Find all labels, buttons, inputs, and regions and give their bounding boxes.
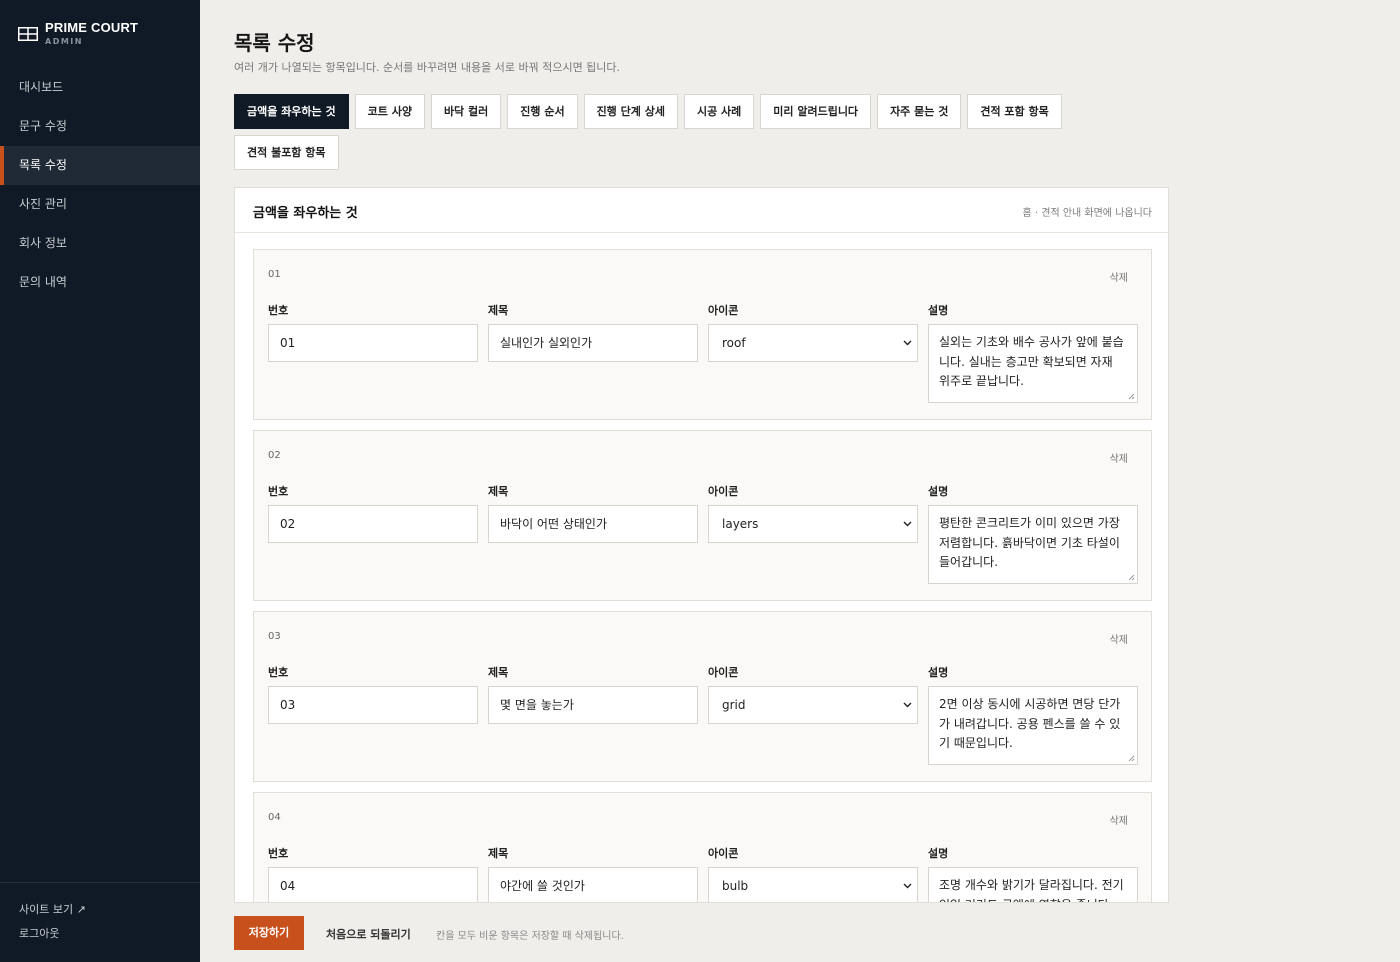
description-text: 평탄한 콘크리트가 이미 있으면 가장 저렴합니다. 흙바닥이면 기초 타설이 … (939, 516, 1120, 569)
title-label: 제목 (488, 304, 509, 317)
description-field[interactable]: 평탄한 콘크리트가 이미 있으면 가장 저렴합니다. 흙바닥이면 기초 타설이 … (928, 505, 1138, 584)
number-field[interactable]: 03 (268, 686, 478, 724)
number-field[interactable]: 04 (268, 867, 478, 902)
list-items: 01 삭제 번호 제목 아이콘 설명 01 실내인가 실외인가 roof 실외는… (253, 249, 1152, 902)
sidebar-footer: 사이트 보기 ↗ 로그아웃 (0, 882, 200, 951)
tab-price-factors[interactable]: 금액을 좌우하는 것 (234, 94, 349, 129)
item-index: 02 (268, 450, 281, 461)
title-field[interactable]: 바닥이 어떤 상태인가 (488, 505, 698, 543)
sidebar-item-company[interactable]: 회사 정보 (0, 224, 200, 263)
icon-select[interactable]: bulb (708, 867, 918, 902)
icon-label: 아이콘 (708, 666, 739, 679)
tab-case-studies[interactable]: 시공 사례 (683, 94, 755, 129)
sidebar-item-photos[interactable]: 사진 관리 (0, 185, 200, 224)
sidebar-item-inquiries[interactable]: 문의 내역 (0, 263, 200, 302)
description-field[interactable]: 2면 이상 동시에 시공하면 면당 단가가 내려갑니다. 공용 펜스를 쓸 수 … (928, 686, 1138, 765)
delete-button[interactable]: 삭제 (1110, 450, 1128, 465)
tab-faq[interactable]: 자주 묻는 것 (877, 94, 962, 129)
icon-label: 아이콘 (708, 847, 739, 860)
resize-grip-icon[interactable] (1128, 393, 1135, 400)
tab-process-details[interactable]: 진행 단계 상세 (583, 94, 678, 129)
logout-link[interactable]: 로그아웃 (0, 927, 200, 951)
title-label: 제목 (488, 666, 509, 679)
list-editor-panel: 금액을 좌우하는 것 홈 · 견적 안내 화면에 나옵니다 01 삭제 번호 제… (234, 187, 1169, 903)
sidebar-item-dashboard[interactable]: 대시보드 (0, 68, 200, 107)
main-content: 목록 수정 여러 개가 나열되는 항목입니다. 순서를 바꾸려면 내용을 서로 … (200, 0, 1400, 962)
icon-select-value: bulb (722, 879, 749, 893)
save-button[interactable]: 저장하기 (234, 916, 304, 950)
title-field[interactable]: 야간에 쓸 것인가 (488, 867, 698, 902)
description-field[interactable]: 조명 개수와 밝기가 달라집니다. 전기 인입 거리도 금액에 영향을 줍니다. (928, 867, 1138, 902)
panel-title: 금액을 좌우하는 것 (253, 206, 358, 221)
brand-name: PRIME COURT (45, 20, 139, 35)
chevron-down-icon (903, 340, 912, 346)
tab-quote-excluded[interactable]: 견적 불포함 항목 (234, 135, 339, 170)
number-field[interactable]: 01 (268, 324, 478, 362)
tab-process-order[interactable]: 진행 순서 (507, 94, 578, 129)
tab-court-specs[interactable]: 코트 사양 (354, 94, 425, 129)
tab-quote-included[interactable]: 견적 포함 항목 (967, 94, 1062, 129)
icon-select[interactable]: roof (708, 324, 918, 362)
sidebar-nav: 대시보드 문구 수정 목록 수정 사진 관리 회사 정보 문의 내역 (0, 68, 200, 302)
title-field[interactable]: 몇 면을 놓는가 (488, 686, 698, 724)
delete-button[interactable]: 삭제 (1110, 269, 1128, 284)
page-description: 여러 개가 나열되는 항목입니다. 순서를 바꾸려면 내용을 서로 바꿔 적으시… (234, 61, 621, 74)
tab-floor-colors[interactable]: 바닥 컬러 (430, 94, 502, 129)
icon-select[interactable]: layers (708, 505, 918, 543)
list-item: 04 삭제 번호 제목 아이콘 설명 04 야간에 쓸 것인가 bulb 조명 … (253, 792, 1152, 902)
chevron-down-icon (903, 702, 912, 708)
item-index: 01 (268, 269, 281, 280)
sidebar-item-lists[interactable]: 목록 수정 (0, 146, 200, 185)
description-label: 설명 (928, 304, 949, 317)
list-tabs: 금액을 좌우하는 것 코트 사양 바닥 컬러 진행 순서 진행 단계 상세 시공… (234, 94, 1084, 176)
item-index: 04 (268, 812, 281, 823)
title-field[interactable]: 실내인가 실외인가 (488, 324, 698, 362)
icon-select[interactable]: grid (708, 686, 918, 724)
chevron-down-icon (903, 883, 912, 889)
delete-button[interactable]: 삭제 (1110, 631, 1128, 646)
description-field[interactable]: 실외는 기초와 배수 공사가 앞에 붙습니다. 실내는 층고만 확보되면 자재 … (928, 324, 1138, 403)
description-label: 설명 (928, 666, 949, 679)
description-text: 조명 개수와 밝기가 달라집니다. 전기 인입 거리도 금액에 영향을 줍니다. (939, 878, 1124, 902)
sidebar-item-copy[interactable]: 문구 수정 (0, 107, 200, 146)
view-site-link[interactable]: 사이트 보기 ↗ (0, 903, 200, 927)
icon-label: 아이콘 (708, 304, 739, 317)
item-index: 03 (268, 631, 281, 642)
number-label: 번호 (268, 485, 289, 498)
panel-header: 금액을 좌우하는 것 홈 · 견적 안내 화면에 나옵니다 (235, 188, 1168, 233)
panel-location-note: 홈 · 견적 안내 화면에 나옵니다 (1022, 208, 1152, 219)
number-label: 번호 (268, 666, 289, 679)
description-label: 설명 (928, 485, 949, 498)
brand[interactable]: PRIME COURT ADMIN (18, 20, 138, 48)
number-field[interactable]: 02 (268, 505, 478, 543)
court-icon (18, 27, 38, 41)
icon-select-value: layers (722, 517, 759, 531)
resize-grip-icon[interactable] (1128, 755, 1135, 762)
title-label: 제목 (488, 847, 509, 860)
title-label: 제목 (488, 485, 509, 498)
description-text: 실외는 기초와 배수 공사가 앞에 붙습니다. 실내는 층고만 확보되면 자재 … (939, 335, 1124, 388)
description-label: 설명 (928, 847, 949, 860)
number-label: 번호 (268, 304, 289, 317)
list-item: 02 삭제 번호 제목 아이콘 설명 02 바닥이 어떤 상태인가 layers… (253, 430, 1152, 601)
delete-button[interactable]: 삭제 (1110, 812, 1128, 827)
chevron-down-icon (903, 521, 912, 527)
tab-notices[interactable]: 미리 알려드립니다 (760, 94, 872, 129)
action-bar: 저장하기 처음으로 되돌리기 칸을 모두 비운 항목은 저장할 때 삭제됩니다. (200, 903, 1400, 962)
resize-grip-icon[interactable] (1128, 574, 1135, 581)
brand-subtitle: ADMIN (45, 37, 83, 46)
icon-label: 아이콘 (708, 485, 739, 498)
sidebar: PRIME COURT ADMIN 대시보드 문구 수정 목록 수정 사진 관리… (0, 0, 200, 962)
number-label: 번호 (268, 847, 289, 860)
icon-select-value: roof (722, 336, 746, 350)
reset-button[interactable]: 처음으로 되돌리기 (326, 926, 411, 942)
description-text: 2면 이상 동시에 시공하면 면당 단가가 내려갑니다. 공용 펜스를 쓸 수 … (939, 697, 1121, 750)
list-item: 01 삭제 번호 제목 아이콘 설명 01 실내인가 실외인가 roof 실외는… (253, 249, 1152, 420)
page-title: 목록 수정 (234, 31, 315, 55)
save-hint: 칸을 모두 비운 항목은 저장할 때 삭제됩니다. (436, 931, 624, 942)
icon-select-value: grid (722, 698, 746, 712)
list-item: 03 삭제 번호 제목 아이콘 설명 03 몇 면을 놓는가 grid 2면 이… (253, 611, 1152, 782)
